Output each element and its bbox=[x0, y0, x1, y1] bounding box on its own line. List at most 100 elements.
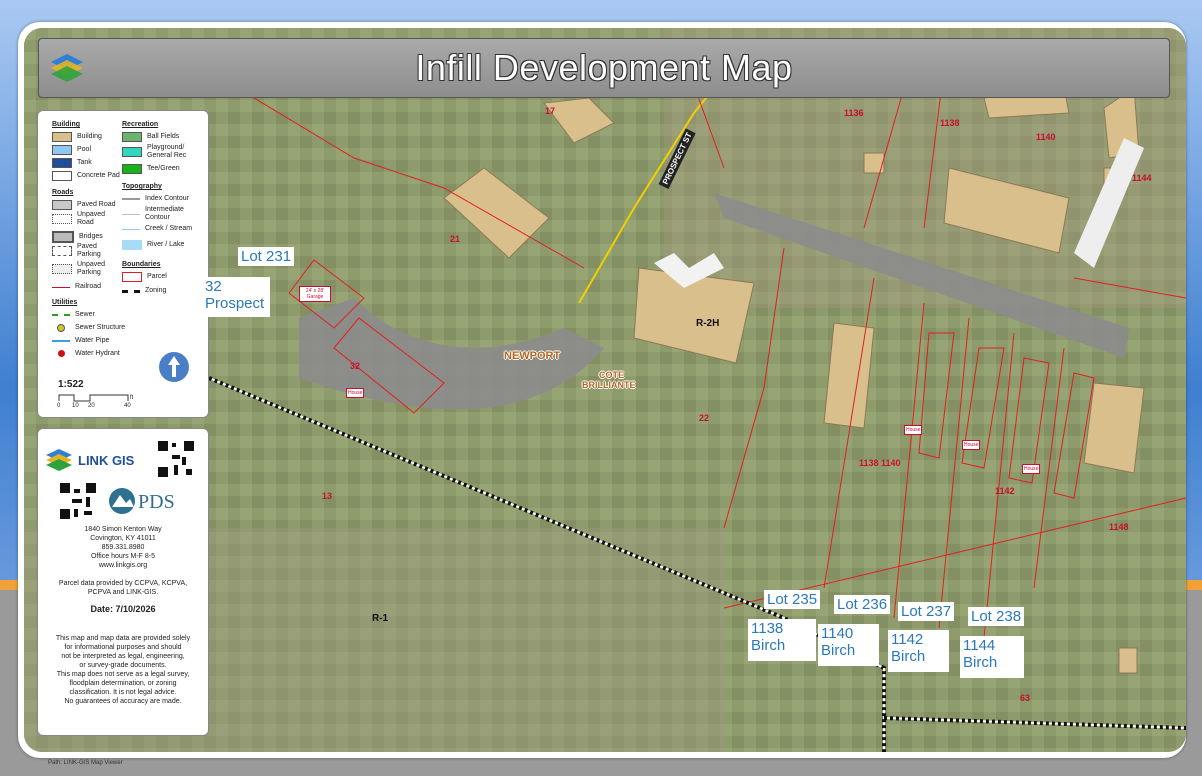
legend-item: Intermediate Contour bbox=[122, 206, 187, 221]
address-label-1144-birch: 1144 Birch bbox=[960, 636, 1024, 678]
map-title-bar: Infill Development Map bbox=[38, 38, 1170, 98]
disclaimer-line: or survey-grade documents. bbox=[79, 662, 167, 669]
link-gis-logo-icon bbox=[46, 449, 72, 471]
address-label-32-prospect: 32 Prospect bbox=[202, 277, 270, 317]
garage-label: 24' x 28' Garage bbox=[299, 286, 331, 302]
disclaimer-line: No guarantees of accuracy are made. bbox=[64, 698, 182, 705]
map-legend: Building Building Pool Tank Concrete Pad… bbox=[37, 110, 209, 418]
lot-label-236: Lot 236 bbox=[834, 595, 891, 614]
address-number: 13 bbox=[322, 491, 333, 501]
lot-label-237: Lot 237 bbox=[898, 602, 955, 621]
address-label-line: 1138 bbox=[751, 620, 784, 637]
legend-item: Bridges bbox=[52, 231, 103, 243]
address-number: 17 bbox=[545, 106, 556, 116]
pds-name: PDS bbox=[138, 491, 175, 513]
address-number: 21 bbox=[450, 234, 461, 244]
office-hours: Office hours M-F 8-5 bbox=[90, 553, 156, 560]
legend-item: Zoning bbox=[122, 285, 166, 297]
north-arrow-icon[interactable] bbox=[158, 351, 190, 383]
neighborhood-label-cote: COTE bbox=[599, 370, 625, 380]
disclaimer-line: not be interpreted as legal, engineering… bbox=[61, 653, 185, 660]
legend-item: Concrete Pad bbox=[52, 170, 120, 182]
scale-tick: 20 bbox=[88, 403, 95, 409]
data-source: Parcel data provided by CCPVA, KCPVA, bbox=[58, 580, 188, 587]
address-label-line: 32 bbox=[205, 278, 222, 295]
legend-heading-boundaries: Boundaries bbox=[122, 261, 161, 268]
house-label: House bbox=[962, 440, 981, 450]
legend-item: Playground/ General Rec bbox=[122, 144, 187, 159]
address-label-1140-birch: 1140 Birch bbox=[818, 624, 879, 666]
address-number: 1138 bbox=[940, 118, 960, 128]
neighborhood-label-newport: NEWPORT bbox=[504, 350, 561, 362]
legend-item: Railroad bbox=[52, 281, 101, 293]
address-number: 1142 bbox=[995, 486, 1015, 496]
legend-heading-roads: Roads bbox=[52, 189, 74, 196]
address-label-1142-birch: 1142 Birch bbox=[888, 630, 949, 672]
address-label-line: 1140 bbox=[821, 625, 854, 642]
legend-item: Sewer Structure bbox=[52, 322, 125, 334]
address-label-1138-birch: 1138 Birch bbox=[748, 619, 816, 661]
address-number: 1138 1140 bbox=[859, 458, 901, 468]
zone-label-r1: R-1 bbox=[372, 613, 389, 624]
lot-label-231: Lot 231 bbox=[238, 247, 295, 266]
address-number: 22 bbox=[699, 413, 710, 423]
pds-logo-icon bbox=[109, 488, 135, 514]
legend-item: Parcel bbox=[122, 271, 167, 283]
address-line: Covington, KY 41011 bbox=[90, 535, 156, 542]
qr-code-icon[interactable] bbox=[58, 481, 98, 521]
lot-label-238: Lot 238 bbox=[968, 607, 1025, 626]
brand-name: LINK GIS bbox=[78, 453, 135, 468]
legend-item: Ball Fields bbox=[122, 131, 179, 143]
address-label-line: Birch bbox=[751, 637, 786, 654]
neighborhood-label-brilliante: BRILLIANTE bbox=[582, 380, 636, 390]
disclaimer-line: This map and map data are provided solel… bbox=[55, 635, 191, 642]
disclaimer-line: classification. It is not legal advice. bbox=[69, 689, 177, 696]
address-label-line: Birch bbox=[891, 648, 926, 665]
info-panel: LINK GIS PDS 1840 Simon Kenton Way Covin… bbox=[37, 428, 209, 736]
address-label-line: 1144 bbox=[963, 637, 996, 654]
legend-item: Sewer bbox=[52, 309, 95, 321]
scale-bar bbox=[58, 394, 129, 402]
address-label-line: 1142 bbox=[891, 631, 924, 648]
address-label-line: Birch bbox=[963, 654, 998, 671]
legend-heading-building: Building bbox=[52, 121, 80, 128]
legend-item: Paved Road bbox=[52, 199, 116, 211]
map-canvas[interactable]: PROSPECT ST NEWPORT COTE BRILLIANTE R-2H… bbox=[24, 28, 1186, 752]
legend-item: Pool bbox=[52, 144, 91, 156]
scale-tick: 40 bbox=[124, 403, 131, 409]
scale-tick: 0 bbox=[57, 403, 61, 409]
legend-item: Tank bbox=[52, 157, 92, 169]
legend-item: Tee/Green bbox=[122, 163, 180, 175]
address-number: 63 bbox=[1020, 693, 1031, 703]
phone-number: 859.331.8980 bbox=[101, 544, 145, 551]
website[interactable]: www.linkgis.org bbox=[38, 561, 208, 570]
legend-item: Water Hydrant bbox=[52, 348, 120, 360]
address-number: 1144 bbox=[1132, 173, 1152, 183]
address-label-line: Prospect bbox=[205, 295, 265, 312]
footer-path: Path: LINK-GIS Map Viewer bbox=[48, 760, 123, 766]
legend-item: Index Contour bbox=[122, 193, 189, 205]
legend-item: Paved Parking bbox=[52, 243, 103, 258]
scale-tick: 10 bbox=[72, 403, 79, 409]
lot-label-235: Lot 235 bbox=[764, 590, 821, 609]
legend-item: Unpaved Parking bbox=[52, 261, 105, 276]
legend-item: Creek / Stream bbox=[122, 223, 192, 235]
address-number: 1148 bbox=[1109, 522, 1129, 532]
address-number: 32 bbox=[350, 361, 361, 371]
map-title: Infill Development Map bbox=[415, 47, 793, 88]
address-line: 1840 Simon Kenton Way bbox=[84, 526, 162, 533]
layers-logo-icon bbox=[51, 54, 83, 82]
disclaimer-line: floodplain determination, or zoning bbox=[69, 680, 177, 687]
address-label-line: Birch bbox=[821, 642, 856, 659]
address-number: 1136 bbox=[844, 108, 864, 118]
data-source: PCPVA and LINK-GIS. bbox=[87, 589, 159, 596]
scale-unit: ft bbox=[130, 395, 134, 401]
house-label: House bbox=[346, 388, 365, 398]
legend-item: Water Pipe bbox=[52, 335, 109, 347]
zone-label-r2h: R-2H bbox=[696, 318, 720, 329]
disclaimer-line: for informational purposes and should bbox=[64, 644, 182, 651]
legend-item: Unpaved Road bbox=[52, 211, 105, 226]
map-date: Date: 7/10/2026 bbox=[90, 604, 156, 614]
qr-code-icon[interactable] bbox=[156, 439, 196, 479]
house-label: House bbox=[904, 425, 923, 435]
